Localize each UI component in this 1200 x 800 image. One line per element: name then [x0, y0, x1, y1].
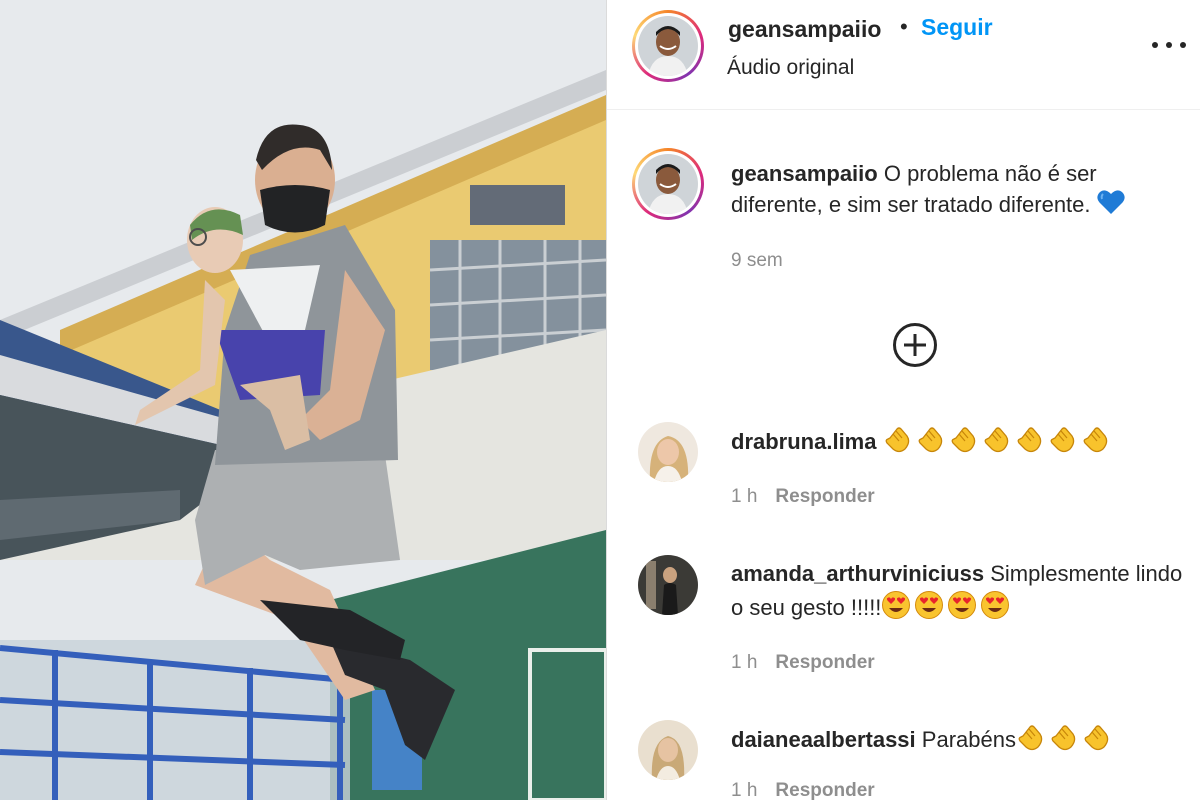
clap-emojis: [1016, 725, 1115, 752]
post-media-video[interactable]: [0, 0, 606, 800]
heart-eyes-icon: [981, 591, 1010, 619]
clap-icon: [1050, 427, 1074, 453]
clap-icon: [1051, 725, 1076, 751]
post-caption: geansampaiio O problema não é ser difere…: [607, 110, 1200, 290]
comment-username[interactable]: daianeaalbertassi: [731, 727, 916, 752]
avatar-photo: [638, 16, 698, 76]
dot: [1180, 42, 1186, 48]
heart-eyes-icon: [882, 591, 911, 619]
caption-text-block: geansampaiio O problema não é ser difere…: [731, 158, 1191, 220]
heart-eyes-icon: [915, 591, 944, 619]
reply-button[interactable]: Responder: [775, 486, 874, 507]
audio-label[interactable]: Áudio original: [727, 56, 854, 80]
comment-body: daianeaalbertassi Parabéns: [731, 722, 1186, 756]
clap-icon: [1084, 725, 1109, 751]
reply-button[interactable]: Responder: [775, 780, 874, 800]
comment-timestamp[interactable]: 1 h: [731, 652, 757, 673]
avatar-inner: [635, 13, 701, 79]
follow-button[interactable]: Seguir: [921, 14, 993, 41]
caption-username[interactable]: geansampaiio: [731, 161, 878, 186]
comment-body: drabruna.lima: [731, 424, 1186, 458]
clap-emojis: [883, 427, 1114, 454]
clap-icon: [885, 427, 909, 453]
heart-eyes-emojis: [881, 591, 1013, 620]
clap-icon: [918, 427, 942, 453]
plus-circle-icon[interactable]: [893, 323, 937, 367]
comment-avatar[interactable]: [638, 720, 698, 780]
comment-avatar[interactable]: [638, 422, 698, 482]
clap-icon: [1017, 427, 1041, 453]
caption-timestamp[interactable]: 9 sem: [731, 250, 783, 272]
comment-meta: 1 h Responder: [731, 780, 875, 800]
author-avatar[interactable]: [632, 10, 704, 82]
more-options-icon[interactable]: [1152, 30, 1186, 60]
comment-username[interactable]: drabruna.lima: [731, 429, 876, 454]
avatar-portrait-icon: [638, 16, 698, 76]
dot: [1166, 42, 1172, 48]
avatar-photo: [638, 154, 698, 214]
comment-meta: 1 h Responder: [731, 652, 875, 674]
avatar-inner: [635, 151, 701, 217]
post-header: geansampaiio • Seguir Áudio original: [607, 0, 1200, 110]
avatar-portrait-icon: [638, 720, 698, 780]
post-side-panel: geansampaiio • Seguir Áudio original gea…: [607, 0, 1200, 800]
clap-icon: [984, 427, 1008, 453]
comment-timestamp[interactable]: 1 h: [731, 780, 757, 800]
avatar-portrait-icon: [638, 422, 698, 482]
caption-author-avatar[interactable]: [632, 148, 704, 220]
clap-icon: [1083, 427, 1107, 453]
clap-icon: [1018, 725, 1043, 751]
comment-timestamp[interactable]: 1 h: [731, 486, 757, 507]
comment-body: amanda_arthurviniciuss Simplesmente lind…: [731, 557, 1186, 624]
video-frame-illustration: [0, 0, 606, 800]
comment-text: Parabéns: [921, 727, 1016, 752]
avatar-portrait-icon: [638, 555, 698, 615]
blue-heart-icon: [1097, 190, 1125, 214]
dot: [1152, 42, 1158, 48]
avatar-portrait-icon: [638, 154, 698, 214]
comment-avatar[interactable]: [638, 555, 698, 615]
comment-username[interactable]: amanda_arthurviniciuss: [731, 561, 984, 586]
author-username[interactable]: geansampaiio: [728, 16, 881, 43]
heart-eyes-icon: [948, 591, 977, 619]
clap-icon: [951, 427, 975, 453]
reply-button[interactable]: Responder: [775, 652, 874, 673]
comment-meta: 1 h Responder: [731, 486, 875, 508]
separator-dot: •: [900, 14, 908, 39]
